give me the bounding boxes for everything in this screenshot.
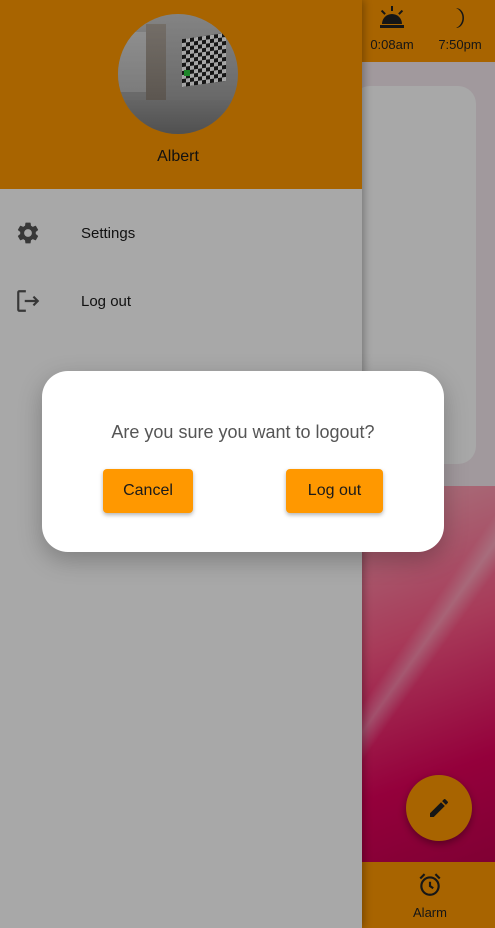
cancel-button[interactable]: Cancel bbox=[103, 469, 193, 513]
dialog-message: Are you sure you want to logout? bbox=[111, 422, 375, 442]
logout-confirm-dialog: Are you sure you want to logout? Cancel … bbox=[42, 371, 444, 552]
logout-button[interactable]: Log out bbox=[286, 469, 383, 513]
